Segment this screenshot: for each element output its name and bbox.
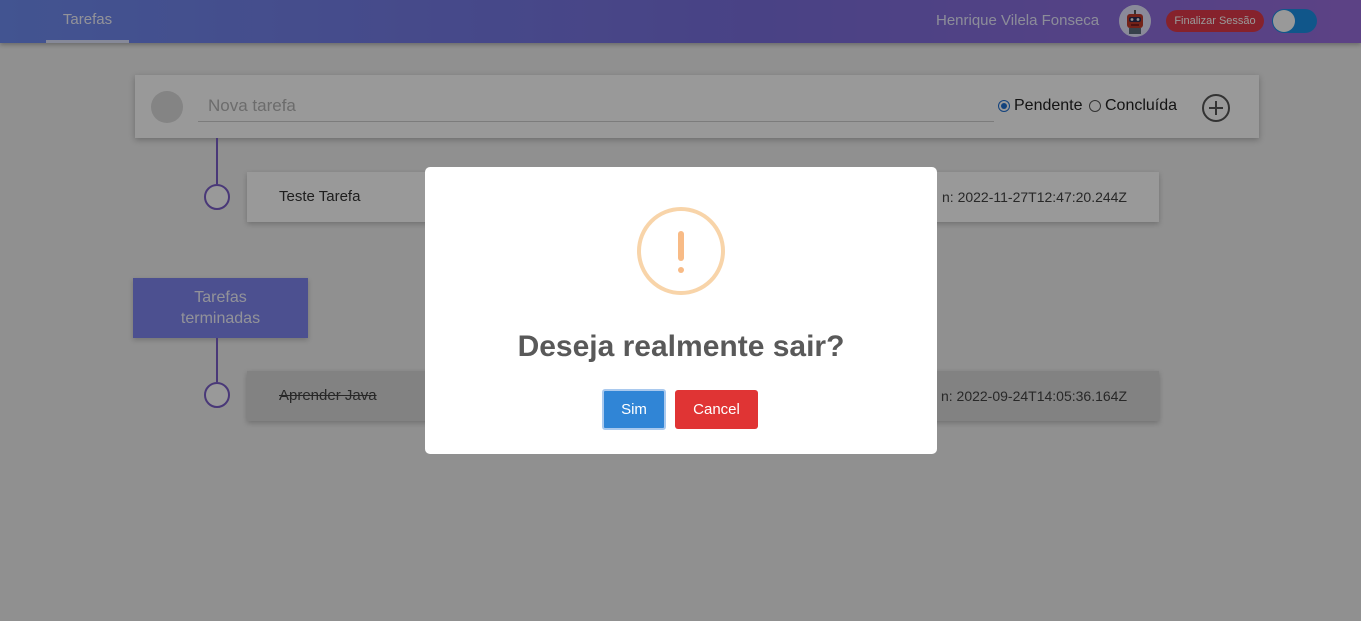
warning-icon xyxy=(637,207,725,295)
dialog-title: Deseja realmente sair? xyxy=(517,330,845,363)
warning-icon-dot xyxy=(678,267,684,273)
cancel-button[interactable]: Cancel xyxy=(675,390,758,429)
warning-icon-bar xyxy=(678,231,684,261)
confirm-logout-dialog: Deseja realmente sair? Sim Cancel xyxy=(425,167,937,454)
confirm-button[interactable]: Sim xyxy=(602,389,666,430)
